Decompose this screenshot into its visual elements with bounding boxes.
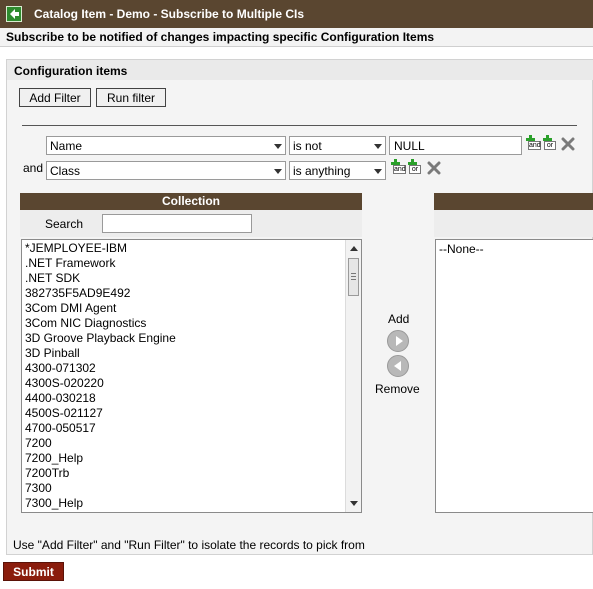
chevron-down-icon bbox=[374, 169, 382, 174]
add-label: Add bbox=[388, 312, 410, 326]
subtitle-bar: Subscribe to be notified of changes impa… bbox=[0, 28, 593, 47]
list-item[interactable]: 4700-050517 bbox=[25, 421, 96, 435]
collection-header: Collection bbox=[20, 193, 362, 210]
list-item[interactable]: 4300-071302 bbox=[25, 361, 96, 375]
and-button[interactable]: and bbox=[393, 165, 406, 174]
search-label: Search bbox=[45, 217, 84, 231]
or-button[interactable]: or bbox=[544, 141, 556, 150]
list-item[interactable]: 7200 bbox=[25, 436, 52, 450]
scroll-thumb[interactable] bbox=[348, 258, 359, 296]
selected-subheader bbox=[434, 210, 593, 237]
list-item[interactable]: *JEMPLOYEE-IBM bbox=[25, 241, 127, 255]
list-item[interactable]: 7300_Help bbox=[25, 496, 83, 510]
page-title: Catalog Item - Demo - Subscribe to Multi… bbox=[34, 7, 305, 21]
list-item[interactable]: 7200Trb bbox=[25, 466, 69, 480]
condition-field-select[interactable]: Class bbox=[46, 161, 286, 180]
condition-operator-value: is anything bbox=[293, 164, 351, 178]
chevron-down-icon bbox=[374, 144, 382, 149]
run-filter-button[interactable]: Run filter bbox=[96, 88, 166, 107]
list-item[interactable]: 3Com DMI Agent bbox=[25, 301, 116, 315]
collection-search-bar: Search bbox=[20, 210, 362, 237]
delete-x-icon[interactable] bbox=[427, 161, 441, 175]
condition-field-value: Name bbox=[50, 139, 83, 153]
scrollbar[interactable] bbox=[345, 240, 361, 512]
left-arrow-icon[interactable] bbox=[387, 355, 409, 377]
add-filter-button[interactable]: Add Filter bbox=[19, 88, 91, 107]
condition-field-select[interactable]: Name bbox=[46, 136, 286, 155]
list-item[interactable]: 4500S-021127 bbox=[25, 406, 103, 420]
list-item[interactable]: 3D Groove Playback Engine bbox=[25, 331, 176, 345]
and-or-icon[interactable]: and or bbox=[526, 135, 557, 151]
list-item[interactable]: --None-- bbox=[439, 242, 484, 256]
title-bar: Catalog Item - Demo - Subscribe to Multi… bbox=[0, 0, 593, 28]
scroll-up-icon[interactable] bbox=[350, 246, 358, 251]
and-or-icon[interactable]: and or bbox=[391, 159, 422, 175]
condition-operator-select[interactable]: is not bbox=[289, 136, 386, 155]
condition-operator-select[interactable]: is anything bbox=[289, 161, 386, 180]
submit-button[interactable]: Submit bbox=[3, 562, 64, 581]
collection-list[interactable]: *JEMPLOYEE-IBM .NET Framework .NET SDK 3… bbox=[21, 239, 362, 513]
list-item[interactable]: 382735F5AD9E492 bbox=[25, 286, 130, 300]
delete-x-icon[interactable] bbox=[561, 137, 575, 151]
list-item[interactable]: 7300 bbox=[25, 481, 52, 495]
list-item[interactable]: 7200_Help bbox=[25, 451, 83, 465]
chevron-down-icon bbox=[274, 144, 282, 149]
search-input[interactable] bbox=[102, 214, 252, 233]
selected-list[interactable]: --None-- bbox=[435, 239, 593, 513]
selected-header bbox=[434, 193, 593, 210]
condition-value-input[interactable]: NULL bbox=[389, 136, 522, 155]
page-subtitle: Subscribe to be notified of changes impa… bbox=[6, 30, 435, 44]
scroll-down-icon[interactable] bbox=[350, 501, 358, 506]
condition-operator-value: is not bbox=[293, 139, 322, 153]
section-title: Configuration items bbox=[14, 64, 128, 78]
conjunction-label: and bbox=[23, 161, 44, 175]
back-arrow-icon[interactable] bbox=[6, 6, 22, 22]
filter-hint: Use "Add Filter" and "Run Filter" to iso… bbox=[13, 538, 365, 552]
and-button[interactable]: and bbox=[528, 141, 541, 150]
list-item[interactable]: .NET SDK bbox=[25, 271, 80, 285]
remove-label: Remove bbox=[375, 382, 420, 396]
condition-field-value: Class bbox=[50, 164, 81, 178]
filter-divider bbox=[22, 125, 577, 126]
list-item[interactable]: 4300S-020220 bbox=[25, 376, 104, 390]
chevron-down-icon bbox=[274, 169, 282, 174]
or-button[interactable]: or bbox=[409, 165, 421, 174]
section-header: Configuration items bbox=[7, 60, 593, 80]
right-arrow-icon[interactable] bbox=[387, 330, 409, 352]
list-item[interactable]: .NET Framework bbox=[25, 256, 115, 270]
list-item[interactable]: 3D Pinball bbox=[25, 346, 80, 360]
list-item[interactable]: 4400-030218 bbox=[25, 391, 96, 405]
list-item[interactable]: 3Com NIC Diagnostics bbox=[25, 316, 146, 330]
